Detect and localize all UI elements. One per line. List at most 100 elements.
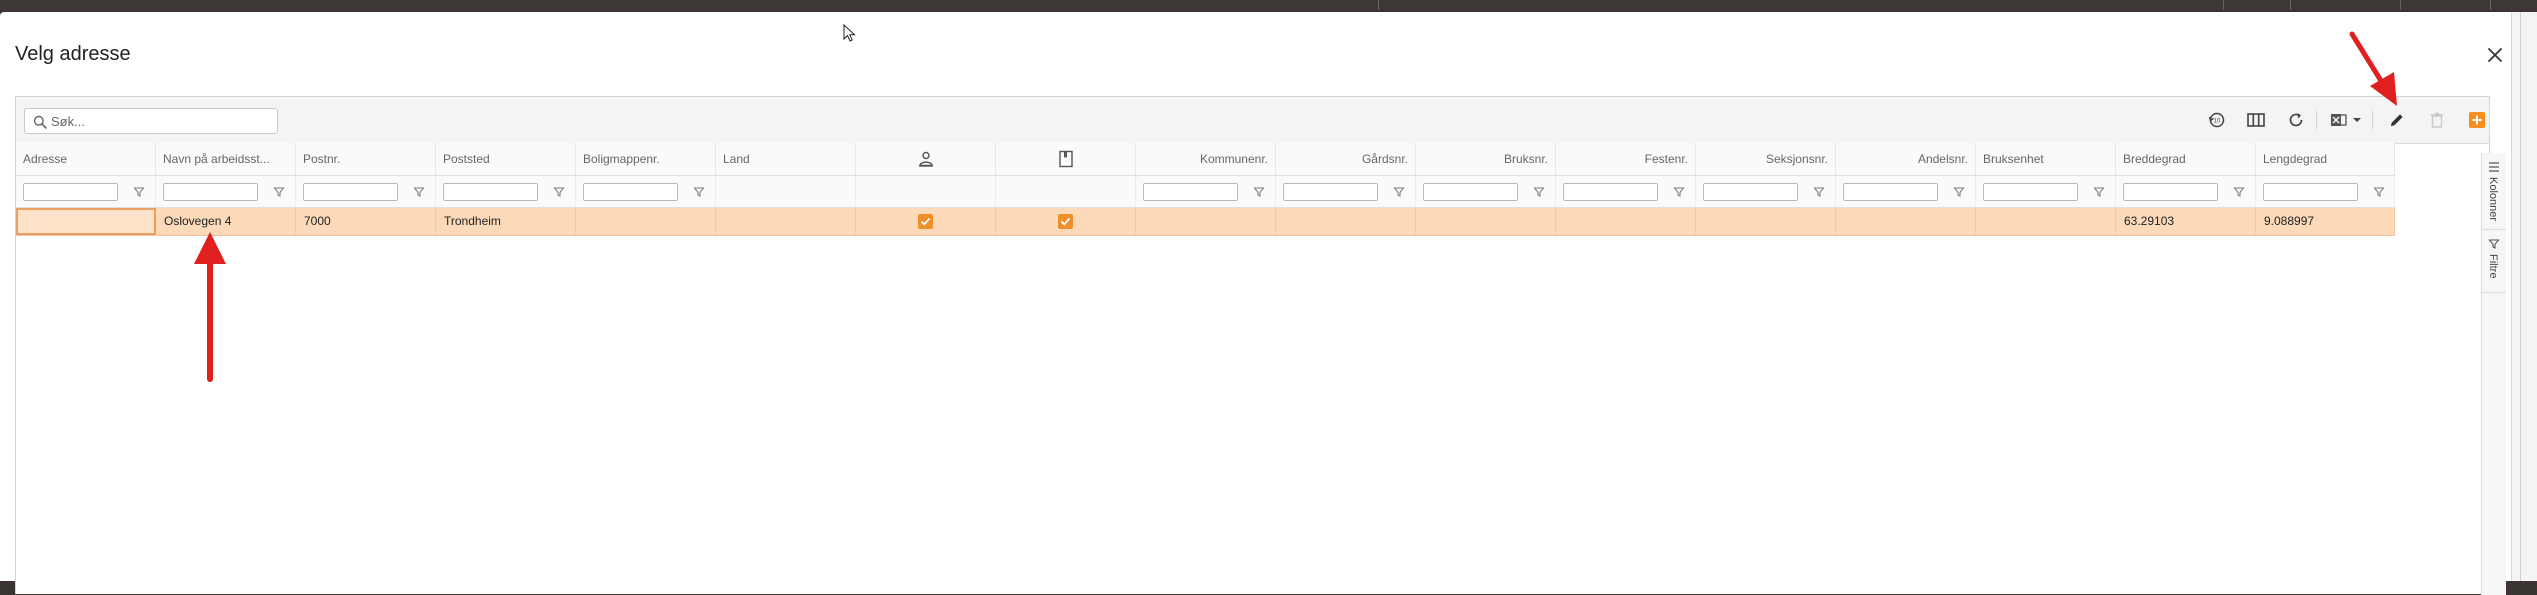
filter-cell-land [716,176,856,207]
filter-icon[interactable] [2233,186,2245,198]
filter-row [16,176,2395,208]
columns-icon [2489,162,2499,172]
person-checkbox[interactable] [918,214,933,229]
header-bruksnr[interactable]: Bruksnr. [1416,143,1556,175]
filter-icon[interactable] [413,186,425,198]
filter-icon[interactable] [273,186,285,198]
top-bar-divider [2400,0,2401,10]
toolbar-divider [2316,111,2317,129]
filter-input-breddegrad[interactable] [2123,183,2218,201]
book-checkbox[interactable] [1058,214,1073,229]
header-postnr[interactable]: Postnr. [296,143,436,175]
grid-toolbar: 10 [16,97,2489,144]
tab-filtre[interactable]: Filtre [2482,230,2506,293]
filter-input-poststed[interactable] [443,183,538,201]
header-boligmappenr[interactable]: Boligmappenr. [576,143,716,175]
filter-icon[interactable] [553,186,565,198]
cell-gardsnr[interactable] [1276,208,1416,235]
filter-icon[interactable] [1533,186,1545,198]
cell-boligmappenr[interactable] [576,208,716,235]
cell-festenr[interactable] [1556,208,1696,235]
cell-navn[interactable]: Oslovegen 4 [156,208,296,235]
delete-icon[interactable] [2425,109,2449,131]
cell-andelsnr[interactable] [1836,208,1976,235]
refresh-icon[interactable] [2284,109,2308,131]
cell-seksjonsnr[interactable] [1696,208,1836,235]
filter-icon[interactable] [1673,186,1685,198]
header-festenr[interactable]: Festenr. [1556,143,1696,175]
column-header-row: Adresse Navn på arbeidsst... Postnr. Pos… [16,143,2395,176]
cell-breddegrad[interactable]: 63.29103 [2116,208,2256,235]
tab-kolonner[interactable]: Kolonner [2482,153,2506,230]
filter-icon[interactable] [2093,186,2105,198]
columns-icon[interactable] [2244,109,2268,131]
header-gardsnr[interactable]: Gårdsnr. [1276,143,1416,175]
filter-input-seksjonsnr[interactable] [1703,183,1798,201]
filter-cell-seksjonsnr [1696,176,1836,207]
window-top-bar [0,0,2537,10]
cell-bruksnr[interactable] [1416,208,1556,235]
header-adresse[interactable]: Adresse [16,143,156,175]
cell-bruksenhet[interactable] [1976,208,2116,235]
filter-cell-book [996,176,1136,207]
filter-input-lengdegrad[interactable] [2263,183,2358,201]
table-row[interactable]: Oslovegen 4 7000 Trondheim 63.29103 9.08… [16,208,2395,236]
filter-input-andelsnr[interactable] [1843,183,1938,201]
filter-input-postnr[interactable] [303,183,398,201]
header-seksjonsnr[interactable]: Seksjonsnr. [1696,143,1836,175]
close-icon[interactable] [2482,42,2508,68]
cell-person[interactable] [856,208,996,235]
address-grid: 10 Adresse Navn på [15,96,2506,595]
side-panel: Kolonner Filtre [2481,153,2506,595]
filter-cell-postnr [296,176,436,207]
add-icon[interactable] [2465,109,2489,131]
filter-cell-lengdegrad [2256,176,2395,207]
search-field[interactable] [24,108,278,134]
header-navn[interactable]: Navn på arbeidsst... [156,143,296,175]
cell-poststed[interactable]: Trondheim [436,208,576,235]
cell-adresse[interactable] [16,208,156,235]
filter-cell-bruksnr [1416,176,1556,207]
person-icon [918,151,933,167]
right-scroll-edge [2511,12,2537,581]
filter-icon[interactable] [133,186,145,198]
header-andelsnr[interactable]: Andelsnr. [1836,143,1976,175]
cell-postnr[interactable]: 7000 [296,208,436,235]
edit-icon[interactable] [2385,109,2409,131]
filter-input-festenr[interactable] [1563,183,1658,201]
mouse-cursor-icon [843,24,856,42]
filter-input-adresse[interactable] [23,183,118,201]
cell-book[interactable] [996,208,1136,235]
filter-input-boligmappenr[interactable] [583,183,678,201]
checkmark-icon [920,217,931,226]
filter-icon[interactable] [693,186,705,198]
header-poststed[interactable]: Poststed [436,143,576,175]
filter-cell-gardsnr [1276,176,1416,207]
tab-kolonner-label: Kolonner [2487,177,2499,222]
header-land[interactable]: Land [716,143,856,175]
history-icon[interactable]: 10 [2205,109,2229,131]
header-bruksenhet[interactable]: Bruksenhet [1976,143,2116,175]
filter-input-bruksnr[interactable] [1423,183,1518,201]
filter-cell-festenr [1556,176,1696,207]
header-kommunenr[interactable]: Kommunenr. [1136,143,1276,175]
cell-kommunenr[interactable] [1136,208,1276,235]
search-input[interactable] [51,112,271,130]
filter-icon[interactable] [1393,186,1405,198]
filter-input-navn[interactable] [163,183,258,201]
filter-input-kommunenr[interactable] [1143,183,1238,201]
filter-icon[interactable] [1253,186,1265,198]
cell-land[interactable] [716,208,856,235]
header-lengdegrad[interactable]: Lengdegrad [2256,143,2395,175]
excel-export-icon[interactable] [2325,109,2365,131]
header-book[interactable] [996,143,1136,175]
filter-icon[interactable] [1953,186,1965,198]
header-breddegrad[interactable]: Breddegrad [2116,143,2256,175]
filter-icon[interactable] [2373,186,2385,198]
filter-icon[interactable] [1813,186,1825,198]
filter-input-gardsnr[interactable] [1283,183,1378,201]
filter-input-bruksenhet[interactable] [1983,183,2078,201]
book-icon [1058,150,1073,168]
cell-lengdegrad[interactable]: 9.088997 [2256,208,2395,235]
header-person[interactable] [856,143,996,175]
